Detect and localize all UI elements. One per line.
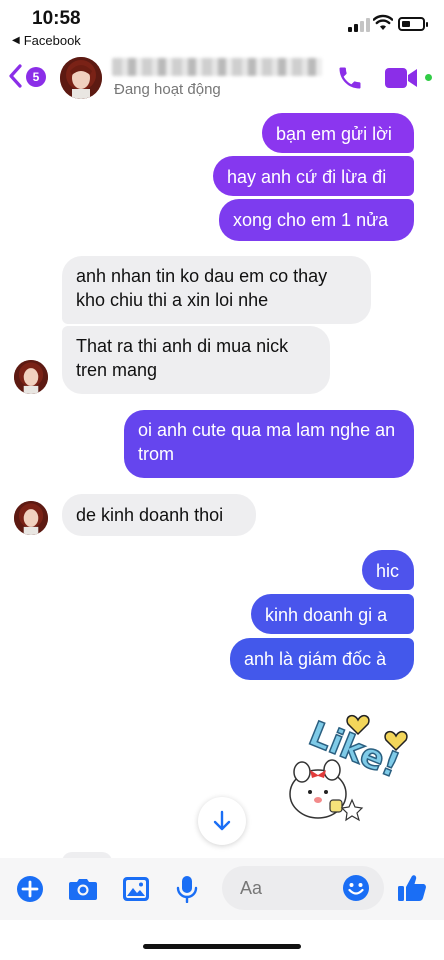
back-app-label: Facebook	[23, 33, 81, 48]
contact-status: Đang hoạt động	[114, 81, 221, 98]
home-indicator[interactable]	[143, 944, 301, 949]
message-bubble-outgoing[interactable]: oi anh cute qua ma lam nghe an trom	[124, 410, 414, 478]
avatar-image	[14, 360, 48, 394]
message-bubble-outgoing[interactable]: kinh doanh gi a	[251, 594, 414, 634]
contact-avatar[interactable]	[60, 57, 102, 99]
message-bubble-outgoing[interactable]: xong cho em 1 nửa	[219, 199, 414, 241]
status-time: 10:58	[32, 8, 81, 29]
back-triangle-icon: ◀	[12, 35, 20, 46]
message-bubble-incoming[interactable]: That ra thi anh di mua nick tren mang	[62, 326, 330, 394]
arrow-down-icon	[213, 810, 231, 831]
image-icon[interactable]	[122, 875, 150, 903]
camera-icon[interactable]	[68, 875, 98, 903]
smiley-icon[interactable]	[342, 874, 370, 902]
wifi-icon	[373, 14, 393, 30]
message-bubble-incoming[interactable]: de kinh doanh thoi	[62, 494, 256, 536]
chevron-left-icon[interactable]	[8, 64, 22, 88]
sender-avatar[interactable]	[14, 360, 48, 394]
like-sticker[interactable]: Like!	[276, 702, 416, 832]
chat-header: 5 Đang hoạt động	[0, 52, 444, 108]
message-bubble-incoming[interactable]: anh nhan tin ko dau em co thay kho chiu …	[62, 256, 371, 324]
sender-avatar[interactable]	[14, 501, 48, 535]
status-bar: 10:58 ◀ Facebook	[0, 0, 444, 52]
message-bubble-outgoing[interactable]: anh là giám đốc à	[230, 638, 414, 680]
back-to-app-link[interactable]: ◀ Facebook	[12, 33, 81, 48]
microphone-icon[interactable]	[176, 875, 198, 903]
message-composer	[0, 858, 444, 920]
message-bubble-outgoing[interactable]: bạn em gửi lời	[262, 113, 414, 153]
plus-icon[interactable]	[16, 875, 44, 903]
cellular-signal-icon	[348, 18, 370, 32]
avatar-image	[14, 501, 48, 535]
unread-count-badge[interactable]: 5	[26, 67, 46, 87]
thumbs-up-icon[interactable]	[396, 872, 428, 904]
online-status-dot	[423, 72, 434, 83]
video-camera-icon[interactable]	[385, 67, 419, 89]
battery-icon	[398, 17, 428, 31]
phone-icon[interactable]	[336, 64, 364, 92]
contact-name-blurred[interactable]	[112, 58, 322, 76]
message-bubble-outgoing[interactable]: hay anh cứ đi lừa đi	[213, 156, 414, 196]
message-bubble-outgoing[interactable]: hic	[362, 550, 414, 590]
scroll-to-bottom-button[interactable]	[198, 797, 246, 845]
avatar-image	[60, 57, 102, 99]
